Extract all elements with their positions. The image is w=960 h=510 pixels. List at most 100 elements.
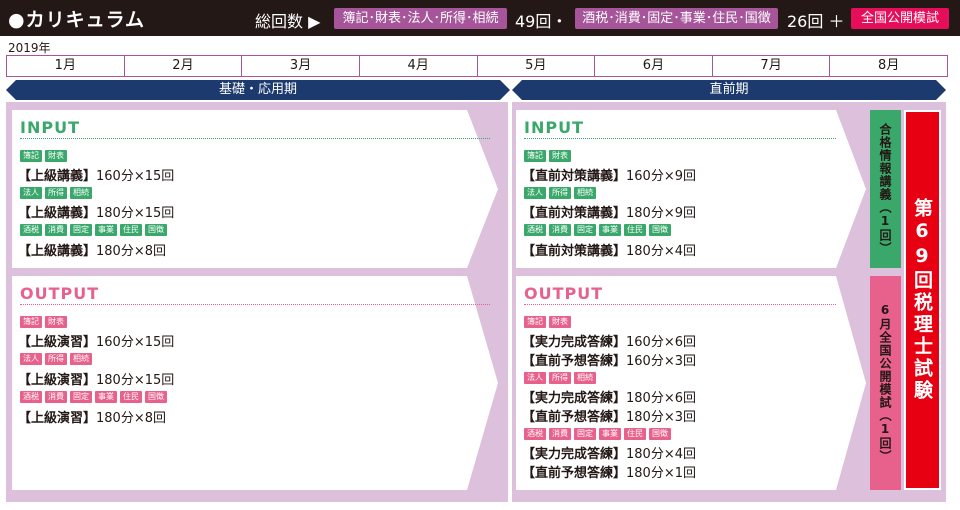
subject-tag: 消費 xyxy=(549,428,571,440)
course-name: 【直前対策講義】 xyxy=(522,244,627,259)
course-line: 【実力完成答練】180分×6回 xyxy=(522,387,696,406)
course-detail: 180分×9回 xyxy=(626,206,696,221)
course-line: 【上級演習】180分×8回 xyxy=(18,407,166,426)
subject-tag: 財表 xyxy=(549,316,571,328)
course-detail: 180分×8回 xyxy=(96,411,166,426)
subject-tag: 所得 xyxy=(45,353,67,365)
year-label: 2019年 xyxy=(8,41,51,55)
course-line: 【直前予想答練】180分×1回 xyxy=(522,462,696,481)
month-cell: 4月 xyxy=(360,56,478,76)
tag-group: 簿記 財表 xyxy=(20,150,67,162)
subject-tag: 住民 xyxy=(120,391,142,403)
subject-tag: 相続 xyxy=(574,372,596,384)
subject-tag: 事業 xyxy=(95,391,117,403)
course-line: 【上級講義】160分×15回 xyxy=(18,165,174,184)
tag-group: 酒税 消費 固定 事業 住民 国徴 xyxy=(524,224,671,236)
subject-tag: 消費 xyxy=(45,391,67,403)
divider xyxy=(20,138,490,139)
basic-output-heading: OUTPUT xyxy=(20,284,100,303)
subject-tag: 法人 xyxy=(524,372,546,384)
subject-tag: 相続 xyxy=(70,187,92,199)
course-line: 【上級演習】160分×15回 xyxy=(18,331,174,350)
subjects-badge-minor: 酒税･消費･固定･事業･住民･国徴 xyxy=(575,8,778,29)
page-title: ●カリキュラム xyxy=(8,9,146,31)
subject-tag: 酒税 xyxy=(524,428,546,440)
subject-tag: 国徴 xyxy=(145,224,167,236)
course-detail: 160分×15回 xyxy=(96,335,175,350)
course-name: 【実力完成答練】 xyxy=(522,335,627,350)
course-name: 【上級講義】 xyxy=(18,244,97,259)
course-detail: 180分×15回 xyxy=(96,373,175,388)
total-count-label: 総回数 ▶ xyxy=(255,12,321,31)
course-name: 【直前対策講義】 xyxy=(522,169,627,184)
count-minor: 26回 ＋ xyxy=(787,12,845,31)
month-cell: 1月 xyxy=(7,56,125,76)
subject-tag: 相続 xyxy=(70,353,92,365)
tag-group: 簿記 財表 xyxy=(524,150,571,162)
course-line: 【直前対策講義】180分×9回 xyxy=(522,202,696,221)
course-name: 【上級講義】 xyxy=(18,169,97,184)
subject-tag: 法人 xyxy=(20,353,42,365)
course-detail: 160分×9回 xyxy=(626,169,696,184)
subject-tag: 所得 xyxy=(549,372,571,384)
subject-tag: 事業 xyxy=(95,224,117,236)
mock-exam-badge: 全国公開模試 xyxy=(851,8,949,29)
course-line: 【直前予想答練】160分×3回 xyxy=(522,350,696,369)
final-output-heading: OUTPUT xyxy=(524,284,604,303)
subject-tag: 相続 xyxy=(574,187,596,199)
month-cell: 6月 xyxy=(595,56,713,76)
phase-label-basic: 基礎・応用期 xyxy=(218,82,297,97)
subject-tag: 所得 xyxy=(549,187,571,199)
divider xyxy=(524,304,836,305)
course-detail: 180分×3回 xyxy=(626,410,696,425)
tag-group: 法人 所得 相続 xyxy=(524,187,596,199)
tag-group: 簿記 財表 xyxy=(524,316,571,328)
divider xyxy=(524,138,836,139)
phase-label-final: 直前期 xyxy=(709,82,749,97)
course-detail: 160分×6回 xyxy=(626,335,696,350)
course-detail: 180分×4回 xyxy=(626,244,696,259)
final-input-heading: INPUT xyxy=(524,118,584,137)
subject-tag: 財表 xyxy=(45,150,67,162)
course-line: 【直前対策講義】160分×9回 xyxy=(522,165,696,184)
course-detail: 180分×8回 xyxy=(96,244,166,259)
subject-tag: 簿記 xyxy=(20,150,42,162)
subject-tag: 財表 xyxy=(45,316,67,328)
course-name: 【直前対策講義】 xyxy=(522,206,627,221)
course-name: 【上級演習】 xyxy=(18,335,97,350)
course-line: 【実力完成答練】180分×4回 xyxy=(522,443,696,462)
subject-tag: 国徴 xyxy=(145,391,167,403)
tax-exam-label: 第69回税理士試験 xyxy=(911,198,933,402)
course-line: 【上級講義】180分×8回 xyxy=(18,240,166,259)
month-cell: 2月 xyxy=(125,56,243,76)
subject-tag: 簿記 xyxy=(20,316,42,328)
course-detail: 180分×4回 xyxy=(626,447,696,462)
course-name: 【上級講義】 xyxy=(18,206,97,221)
course-name: 【上級演習】 xyxy=(18,411,97,426)
course-line: 【直前予想答練】180分×3回 xyxy=(522,406,696,425)
basic-input-heading: INPUT xyxy=(20,118,80,137)
tag-group: 酒税 消費 固定 事業 住民 国徴 xyxy=(524,428,671,440)
subject-tag: 固定 xyxy=(574,224,596,236)
subject-tag: 住民 xyxy=(120,224,142,236)
curriculum-header: ●カリキュラム 総回数 ▶ 簿記･財表･法人･所得･相続 49回・ 酒税･消費･… xyxy=(0,0,960,36)
subject-tag: 法人 xyxy=(524,187,546,199)
subject-tag: 酒税 xyxy=(20,391,42,403)
course-name: 【直前予想答練】 xyxy=(522,466,627,481)
subject-tag: 住民 xyxy=(624,224,646,236)
subject-tag: 固定 xyxy=(574,428,596,440)
month-cell: 7月 xyxy=(713,56,831,76)
course-detail: 160分×3回 xyxy=(626,354,696,369)
course-name: 【直前予想答練】 xyxy=(522,410,627,425)
subject-tag: 酒税 xyxy=(20,224,42,236)
subject-tag: 固定 xyxy=(70,224,92,236)
course-name: 【上級演習】 xyxy=(18,373,97,388)
subject-tag: 簿記 xyxy=(524,316,546,328)
course-name: 【直前予想答練】 xyxy=(522,354,627,369)
course-name: 【実力完成答練】 xyxy=(522,447,627,462)
course-line: 【実力完成答練】160分×6回 xyxy=(522,331,696,350)
tag-group: 法人 所得 相続 xyxy=(524,372,596,384)
month-timeline: 1月 2月 3月 4月 5月 6月 7月 8月 xyxy=(6,55,948,77)
count-main: 49回・ xyxy=(515,12,568,31)
subject-tag: 消費 xyxy=(549,224,571,236)
